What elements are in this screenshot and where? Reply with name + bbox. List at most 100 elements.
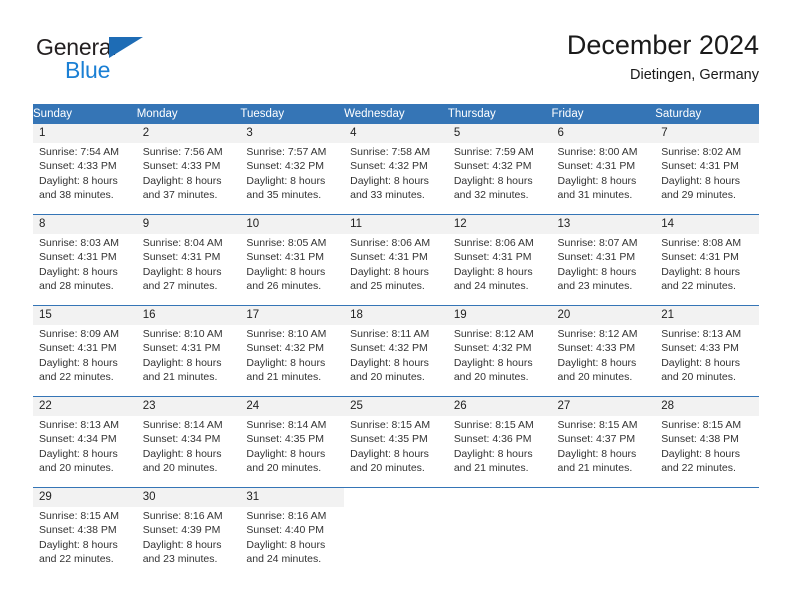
day-cell: 29 Sunrise: 8:15 AM Sunset: 4:38 PM Dayligh… — [33, 487, 137, 578]
triangle-icon — [109, 37, 143, 58]
day-7[interactable]: 7 Sunrise: 8:02 AM Sunset: 4:31 PM Daylight… — [655, 124, 759, 214]
day-21[interactable]: 21 Sunrise: 8:13 AM Sunset: 4:33 PM Dayligh… — [655, 306, 759, 396]
day-details: Sunrise: 8:02 AM Sunset: 4:31 PM Daylight:… — [655, 143, 759, 203]
day-number: 11 — [344, 215, 448, 234]
day-details: Sunrise: 8:09 AM Sunset: 4:31 PM Daylight:… — [33, 325, 137, 385]
daylight-text-line2: and 35 minutes. — [246, 189, 322, 202]
day-8[interactable]: 8 Sunrise: 8:03 AM Sunset: 4:31 PM Daylight… — [33, 215, 137, 305]
sunrise-text: Sunrise: 8:03 AM — [39, 237, 119, 249]
day-6[interactable]: 6 Sunrise: 8:00 AM Sunset: 4:31 PM Daylight… — [551, 124, 656, 214]
day-number: 9 — [136, 215, 241, 234]
daylight-text-line1: Daylight: 8 hours — [453, 356, 533, 369]
sunrise-text: Sunrise: 8:00 AM — [557, 146, 638, 158]
day-31[interactable]: 31 Sunrise: 8:16 AM Sunset: 4:40 PM Dayligh… — [240, 488, 345, 578]
day-number: 6 — [551, 124, 656, 143]
day-16[interactable]: 16 Sunrise: 8:10 AM Sunset: 4:31 PM Dayligh… — [136, 306, 241, 396]
sunset-text: Sunset: 4:31 PM — [39, 342, 117, 355]
daylight-text-line1: Daylight: 8 hours — [39, 174, 118, 187]
day-26[interactable]: 26 Sunrise: 8:15 AM Sunset: 4:36 PM Dayligh… — [447, 397, 552, 487]
daylight-text-line2: and 37 minutes. — [142, 189, 218, 202]
daylight-text-line1: Daylight: 8 hours — [453, 265, 533, 278]
sunrise-text: Sunrise: 8:06 AM — [453, 237, 534, 249]
day-details: Sunrise: 7:54 AM Sunset: 4:33 PM Daylight:… — [33, 143, 137, 203]
day-cell: 15 Sunrise: 8:09 AM Sunset: 4:31 PM Dayligh… — [33, 305, 137, 397]
day-number: 1 — [33, 124, 137, 143]
sunrise-text: Sunrise: 8:15 AM — [661, 419, 742, 431]
day-empty — [655, 488, 759, 578]
day-29[interactable]: 29 Sunrise: 8:15 AM Sunset: 4:38 PM Dayligh… — [33, 488, 137, 578]
day-3[interactable]: 3 Sunrise: 7:57 AM Sunset: 4:32 PM Daylight… — [240, 124, 345, 214]
daylight-text-line2: and 38 minutes. — [39, 189, 114, 202]
day-number: 14 — [655, 215, 759, 234]
day-2[interactable]: 2 Sunrise: 7:56 AM Sunset: 4:33 PM Daylight… — [136, 124, 241, 214]
day-cell — [655, 487, 759, 578]
daylight-text-line1: Daylight: 8 hours — [39, 356, 118, 369]
week-row: 29 Sunrise: 8:15 AM Sunset: 4:38 PM Dayligh… — [33, 487, 759, 578]
day-1[interactable]: 1 Sunrise: 7:54 AM Sunset: 4:33 PM Daylight… — [33, 124, 137, 214]
day-cell: 16 Sunrise: 8:10 AM Sunset: 4:31 PM Dayligh… — [136, 305, 241, 397]
daylight-text-line2: and 24 minutes. — [453, 280, 529, 293]
calendar-table: Sunday Monday Tuesday Wednesday Thursday… — [33, 104, 759, 578]
daylight-text-line1: Daylight: 8 hours — [661, 447, 741, 460]
day-empty — [551, 488, 656, 578]
day-cell: 24 Sunrise: 8:14 AM Sunset: 4:35 PM Dayligh… — [240, 396, 345, 488]
day-4[interactable]: 4 Sunrise: 7:58 AM Sunset: 4:32 PM Daylight… — [344, 124, 448, 214]
day-cell: 2 Sunrise: 7:56 AM Sunset: 4:33 PM Daylight… — [136, 124, 241, 215]
day-27[interactable]: 27 Sunrise: 8:15 AM Sunset: 4:37 PM Dayligh… — [551, 397, 656, 487]
day-12[interactable]: 12 Sunrise: 8:06 AM Sunset: 4:31 PM Dayligh… — [447, 215, 552, 305]
day-17[interactable]: 17 Sunrise: 8:10 AM Sunset: 4:32 PM Dayligh… — [240, 306, 345, 396]
day-cell: 18 Sunrise: 8:11 AM Sunset: 4:32 PM Dayligh… — [344, 305, 448, 397]
daylight-text-line2: and 21 minutes. — [142, 371, 218, 384]
daylight-text-line2: and 21 minutes. — [453, 462, 529, 475]
daylight-text-line2: and 21 minutes. — [557, 462, 633, 475]
weekday-wednesday: Wednesday — [344, 104, 448, 124]
day-cell — [447, 487, 552, 578]
daylight-text-line1: Daylight: 8 hours — [557, 356, 637, 369]
page-header: General Blue December 2024 Dietingen, Ge… — [33, 28, 759, 94]
day-15[interactable]: 15 Sunrise: 8:09 AM Sunset: 4:31 PM Dayligh… — [33, 306, 137, 396]
day-10[interactable]: 10 Sunrise: 8:05 AM Sunset: 4:31 PM Dayligh… — [240, 215, 345, 305]
day-11[interactable]: 11 Sunrise: 8:06 AM Sunset: 4:31 PM Dayligh… — [344, 215, 448, 305]
calendar-body: 1 Sunrise: 7:54 AM Sunset: 4:33 PM Daylight… — [33, 124, 759, 578]
day-22[interactable]: 22 Sunrise: 8:13 AM Sunset: 4:34 PM Dayligh… — [33, 397, 137, 487]
sunset-text: Sunset: 4:31 PM — [350, 251, 428, 264]
day-cell: 26 Sunrise: 8:15 AM Sunset: 4:36 PM Dayligh… — [447, 396, 552, 488]
sunset-text: Sunset: 4:33 PM — [39, 160, 117, 173]
day-18[interactable]: 18 Sunrise: 8:11 AM Sunset: 4:32 PM Dayligh… — [344, 306, 448, 396]
sunset-text: Sunset: 4:40 PM — [246, 524, 325, 537]
sunrise-text: Sunrise: 8:13 AM — [39, 419, 119, 431]
day-number: 8 — [33, 215, 137, 234]
day-number: 18 — [344, 306, 448, 325]
day-details: Sunrise: 8:15 AM Sunset: 4:35 PM Daylight:… — [344, 416, 448, 476]
calendar-header-row: Sunday Monday Tuesday Wednesday Thursday… — [33, 104, 759, 124]
sunrise-text: Sunrise: 8:08 AM — [661, 237, 742, 249]
sunrise-text: Sunrise: 8:12 AM — [453, 328, 534, 340]
daylight-text-line1: Daylight: 8 hours — [557, 174, 637, 187]
day-23[interactable]: 23 Sunrise: 8:14 AM Sunset: 4:34 PM Dayligh… — [136, 397, 241, 487]
day-30[interactable]: 30 Sunrise: 8:16 AM Sunset: 4:39 PM Dayligh… — [136, 488, 241, 578]
day-28[interactable]: 28 Sunrise: 8:15 AM Sunset: 4:38 PM Dayligh… — [655, 397, 759, 487]
day-14[interactable]: 14 Sunrise: 8:08 AM Sunset: 4:31 PM Dayligh… — [655, 215, 759, 305]
day-9[interactable]: 9 Sunrise: 8:04 AM Sunset: 4:31 PM Daylight… — [136, 215, 241, 305]
day-number: 26 — [447, 397, 552, 416]
general-blue-logo[interactable]: General Blue — [36, 34, 246, 90]
day-24[interactable]: 24 Sunrise: 8:14 AM Sunset: 4:35 PM Dayligh… — [240, 397, 345, 487]
day-25[interactable]: 25 Sunrise: 8:15 AM Sunset: 4:35 PM Dayligh… — [344, 397, 448, 487]
sunset-text: Sunset: 4:31 PM — [661, 160, 739, 173]
day-19[interactable]: 19 Sunrise: 8:12 AM Sunset: 4:32 PM Dayligh… — [447, 306, 552, 396]
sunrise-text: Sunrise: 8:10 AM — [246, 328, 327, 340]
day-cell: 28 Sunrise: 8:15 AM Sunset: 4:38 PM Dayligh… — [655, 396, 759, 488]
day-details: Sunrise: 8:15 AM Sunset: 4:38 PM Daylight:… — [33, 507, 137, 567]
sunset-text: Sunset: 4:31 PM — [39, 251, 117, 264]
daylight-text-line1: Daylight: 8 hours — [39, 265, 118, 278]
day-5[interactable]: 5 Sunrise: 7:59 AM Sunset: 4:32 PM Daylight… — [447, 124, 552, 214]
day-20[interactable]: 20 Sunrise: 8:12 AM Sunset: 4:33 PM Dayligh… — [551, 306, 656, 396]
daylight-text-line1: Daylight: 8 hours — [350, 356, 429, 369]
day-13[interactable]: 13 Sunrise: 8:07 AM Sunset: 4:31 PM Dayligh… — [551, 215, 656, 305]
day-cell: 7 Sunrise: 8:02 AM Sunset: 4:31 PM Daylight… — [655, 124, 759, 215]
day-number: 17 — [240, 306, 345, 325]
day-number — [447, 488, 552, 507]
week-row: 1 Sunrise: 7:54 AM Sunset: 4:33 PM Daylight… — [33, 124, 759, 215]
day-number: 25 — [344, 397, 448, 416]
week-row: 8 Sunrise: 8:03 AM Sunset: 4:31 PM Daylight… — [33, 214, 759, 306]
